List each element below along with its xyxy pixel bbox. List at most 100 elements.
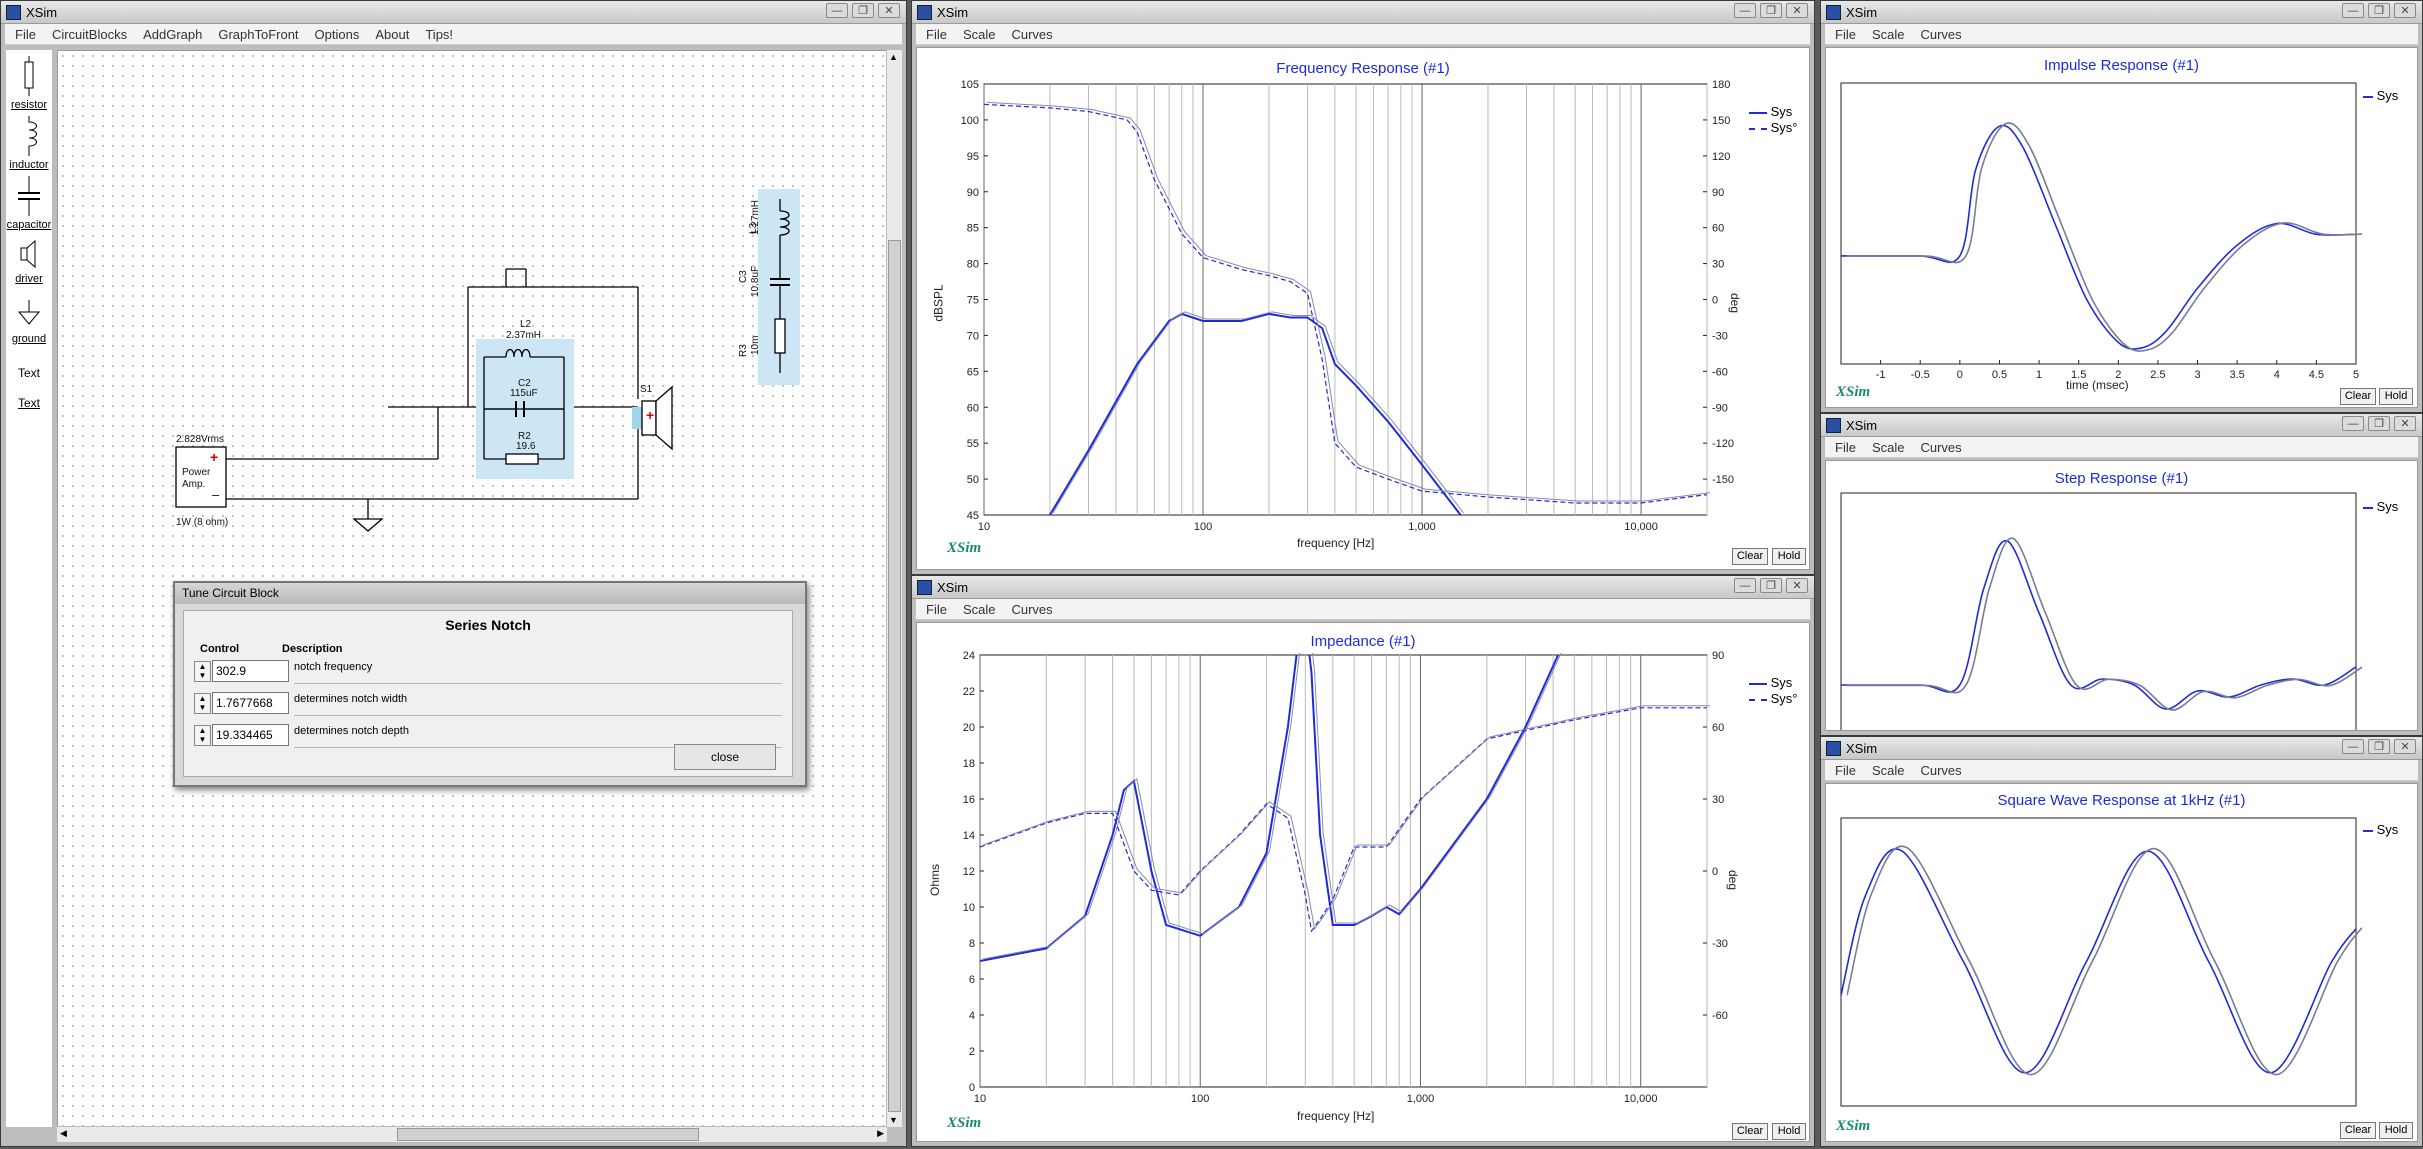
graph-titlebar[interactable]: XSim — ❐ ✕: [1821, 737, 2422, 760]
close-button[interactable]: ✕: [2394, 739, 2416, 754]
schematic-vertical-scrollbar[interactable]: ▲ ▼: [886, 50, 902, 1127]
clear-button[interactable]: Clear: [1732, 1123, 1768, 1140]
menu-file[interactable]: File: [926, 27, 947, 42]
close-dialog-button[interactable]: close: [674, 744, 776, 770]
tool-text-1[interactable]: Text: [6, 366, 52, 380]
menu-curves[interactable]: Curves: [1011, 27, 1052, 42]
close-button[interactable]: ✕: [2394, 3, 2416, 18]
tool-ground[interactable]: ground: [6, 300, 52, 345]
l2-name: L2: [520, 319, 532, 330]
main-titlebar[interactable]: XSim — ❐ ✕: [1, 1, 906, 24]
graph-titlebar[interactable]: XSim — ❐ ✕: [1821, 414, 2422, 437]
horizontal-scroll-thumb[interactable]: [397, 1128, 699, 1141]
minimize-button[interactable]: —: [2342, 739, 2364, 754]
close-button[interactable]: ✕: [2394, 416, 2416, 431]
hold-button[interactable]: Hold: [2379, 1122, 2413, 1139]
minimize-button[interactable]: —: [2342, 416, 2364, 431]
y-tick-label: 100: [961, 115, 979, 127]
graph-titlebar[interactable]: XSim — ❐ ✕: [912, 1, 1814, 24]
notch-width-field[interactable]: 1.7677668: [212, 692, 289, 714]
impulse-chart[interactable]: -1 -0.5 0 0.5 1 1.5 2 2.5 3 3.5 4 4.5 5: [1826, 48, 2418, 408]
menu-options[interactable]: Options: [315, 27, 360, 42]
close-button[interactable]: ✕: [1786, 578, 1808, 593]
close-button[interactable]: ✕: [878, 3, 900, 18]
menu-scale[interactable]: Scale: [963, 27, 996, 42]
step-chart[interactable]: [1826, 461, 2418, 731]
r2-value: 19.6: [516, 441, 536, 452]
tool-text-2-label: Text: [17, 396, 40, 410]
y-tick-label: 60: [967, 402, 979, 414]
menu-about[interactable]: About: [375, 27, 409, 42]
clear-button[interactable]: Clear: [1732, 548, 1768, 565]
clear-button[interactable]: Clear: [2340, 388, 2376, 405]
legend-sys-label: Sys: [1770, 675, 1793, 690]
notch-width-spinner[interactable]: ▲ ▼: [194, 693, 211, 714]
minimize-button[interactable]: —: [826, 3, 848, 18]
minimize-button[interactable]: —: [1734, 3, 1756, 18]
impedance-chart[interactable]: 10 100 1,000 10,000242220181614121086420906…: [917, 623, 1810, 1142]
graph-titlebar[interactable]: XSim — ❐ ✕: [1821, 1, 2422, 24]
minimize-button[interactable]: —: [1734, 578, 1756, 593]
menu-file[interactable]: File: [1835, 27, 1856, 42]
menu-file[interactable]: File: [926, 602, 947, 617]
menu-tips[interactable]: Tips!: [425, 27, 453, 42]
clear-button[interactable]: Clear: [2340, 1122, 2376, 1139]
menu-curves[interactable]: Curves: [1920, 763, 1961, 778]
tool-inductor[interactable]: inductor: [6, 116, 52, 171]
tool-text-1-label: Text: [17, 366, 40, 380]
menu-curves[interactable]: Curves: [1920, 27, 1961, 42]
app-icon: [917, 580, 932, 595]
y2-tick-label: 90: [1712, 650, 1724, 662]
hold-button[interactable]: Hold: [1772, 1123, 1806, 1140]
graph-titlebar[interactable]: XSim — ❐ ✕: [912, 576, 1814, 599]
menu-curves[interactable]: Curves: [1011, 602, 1052, 617]
tune-dialog-title[interactable]: Tune Circuit Block: [175, 583, 805, 604]
menu-file[interactable]: File: [1835, 763, 1856, 778]
menu-scale[interactable]: Scale: [1872, 27, 1905, 42]
vertical-scroll-thumb[interactable]: [888, 240, 901, 1112]
impulse-plot-area: Impulse Response (#1) -1 -0.5 0 0.5 1 1.5 2 2.5…: [1825, 47, 2418, 408]
tool-text-2[interactable]: Text: [6, 396, 52, 410]
legend-sys-label: Sys: [2376, 499, 2399, 514]
menu-circuitblocks[interactable]: CircuitBlocks: [52, 27, 127, 42]
tool-driver[interactable]: driver: [6, 238, 52, 285]
frequency-response-chart[interactable]: 10 100 1,000 10,000 105 100 95 90 85 80 75 70 65 60 55…: [917, 48, 1810, 570]
impulse-xlabel: time (msec): [2066, 378, 2129, 392]
square-wave-chart[interactable]: [1826, 784, 2418, 1142]
x-tick-label: 1: [2036, 369, 2042, 381]
hold-button[interactable]: Hold: [2379, 388, 2413, 405]
y2-tick-label: -120: [1712, 438, 1734, 450]
tool-resistor[interactable]: resistor: [6, 56, 52, 111]
maximize-button[interactable]: ❐: [852, 3, 874, 18]
maximize-button[interactable]: ❐: [1760, 578, 1782, 593]
hold-button[interactable]: Hold: [1772, 548, 1806, 565]
notch-frequency-field[interactable]: 302.9: [212, 660, 289, 682]
maximize-button[interactable]: ❐: [1760, 3, 1782, 18]
notch-depth-spinner[interactable]: ▲ ▼: [194, 725, 211, 746]
tool-capacitor[interactable]: capacitor: [6, 176, 52, 231]
menu-scale[interactable]: Scale: [1872, 763, 1905, 778]
maximize-button[interactable]: ❐: [2368, 3, 2390, 18]
y-tick-label: 105: [961, 79, 979, 91]
minimize-button[interactable]: —: [2342, 3, 2364, 18]
schematic-horizontal-scrollbar[interactable]: ◀ ▶: [57, 1126, 887, 1142]
menu-graphtofront[interactable]: GraphToFront: [218, 27, 298, 42]
menu-curves[interactable]: Curves: [1920, 440, 1961, 455]
menu-scale[interactable]: Scale: [963, 602, 996, 617]
y-tick-label: 55: [967, 438, 979, 450]
maximize-button[interactable]: ❐: [2368, 739, 2390, 754]
menu-file[interactable]: File: [1835, 440, 1856, 455]
scroll-right-arrow[interactable]: ▶: [877, 1128, 884, 1139]
notch-depth-field[interactable]: 19.334465: [212, 724, 289, 746]
maximize-button[interactable]: ❐: [2368, 416, 2390, 431]
scroll-up-arrow[interactable]: ▲: [889, 52, 898, 62]
close-button[interactable]: ✕: [1786, 3, 1808, 18]
scroll-down-arrow[interactable]: ▼: [889, 1115, 898, 1125]
y-tick-label: 65: [967, 366, 979, 378]
notch-frequency-spinner[interactable]: ▲ ▼: [194, 661, 211, 682]
menu-file[interactable]: File: [15, 27, 36, 42]
menu-scale[interactable]: Scale: [1872, 440, 1905, 455]
scroll-left-arrow[interactable]: ◀: [60, 1128, 67, 1139]
menu-addgraph[interactable]: AddGraph: [143, 27, 202, 42]
graph-window-title: XSim: [937, 580, 969, 595]
